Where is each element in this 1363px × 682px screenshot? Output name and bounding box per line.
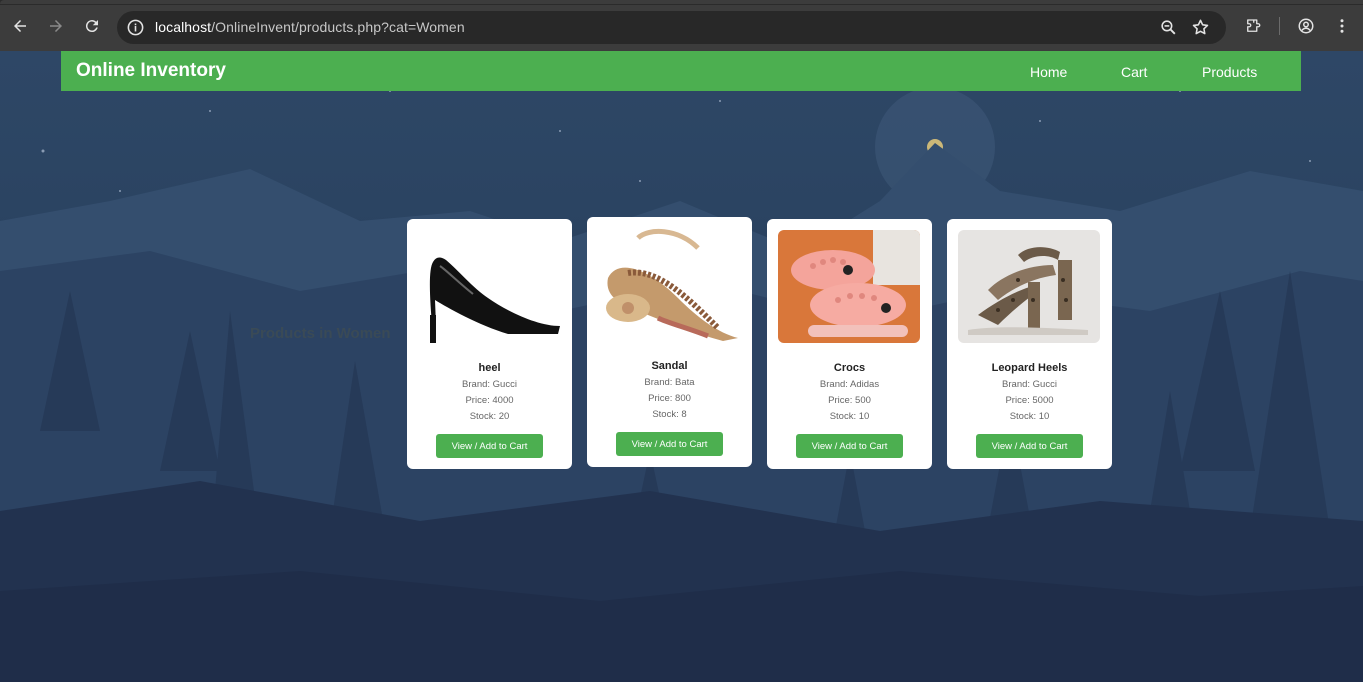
pink-crocs-image[interactable] — [778, 230, 920, 343]
profile-icon[interactable] — [1294, 14, 1318, 38]
product-stock: Stock: 8 — [652, 409, 687, 420]
product-stock: Stock: 10 — [1009, 411, 1050, 422]
product-price: Price: 5000 — [1005, 395, 1054, 406]
reload-icon[interactable] — [80, 14, 104, 38]
view-add-to-cart-button[interactable]: View / Add to Cart — [436, 434, 543, 458]
product-stock: Stock: 10 — [829, 411, 870, 422]
url-host: localhost — [155, 19, 212, 35]
toolbar-separator — [1279, 17, 1280, 35]
product-brand: Brand: Gucci — [1002, 379, 1057, 390]
view-add-to-cart-button[interactable]: View / Add to Cart — [616, 432, 723, 456]
product-name: Crocs — [833, 362, 866, 374]
product-card: heel Brand: Gucci Price: 4000 Stock: 20 … — [407, 219, 572, 469]
product-name: heel — [478, 362, 501, 374]
zoom-icon[interactable] — [1159, 18, 1178, 37]
product-card: Crocs Brand: Adidas Price: 500 Stock: 10… — [767, 219, 932, 469]
product-brand: Brand: Adidas — [819, 379, 880, 390]
site-info-icon[interactable] — [126, 18, 145, 37]
view-add-to-cart-button[interactable]: View / Add to Cart — [796, 434, 903, 458]
view-add-to-cart-button[interactable]: View / Add to Cart — [976, 434, 1083, 458]
back-icon[interactable] — [8, 14, 32, 38]
bookmark-star-icon[interactable] — [1191, 18, 1210, 37]
product-brand: Brand: Gucci — [462, 379, 517, 390]
more-menu-icon[interactable] — [1330, 14, 1354, 38]
product-brand: Brand: Bata — [644, 377, 695, 388]
site-brand[interactable]: Online Inventory — [76, 60, 226, 82]
product-price: Price: 500 — [828, 395, 871, 406]
page-viewport: Online Inventory Home Cart Products Prod… — [0, 51, 1363, 682]
nav-cart-link[interactable]: Cart — [1121, 64, 1147, 80]
black-heel-image[interactable] — [418, 230, 560, 343]
product-name: Sandal — [651, 360, 688, 372]
product-card: Sandal Brand: Bata Price: 800 Stock: 8 V… — [587, 217, 752, 467]
active-tab-edge — [0, 0, 1363, 4]
product-price: Price: 800 — [648, 393, 691, 404]
address-bar[interactable]: localhost/OnlineInvent/products.php?cat=… — [117, 11, 1226, 44]
forward-icon[interactable] — [44, 14, 68, 38]
product-stock: Stock: 20 — [469, 411, 510, 422]
leopard-heels-image[interactable] — [958, 230, 1100, 343]
extensions-icon[interactable] — [1241, 14, 1265, 38]
tab-strip — [0, 0, 1363, 5]
product-price: Price: 4000 — [465, 395, 514, 406]
site-header: Online Inventory Home Cart Products — [61, 51, 1301, 91]
product-card: Leopard Heels Brand: Gucci Price: 5000 S… — [947, 219, 1112, 469]
url-text[interactable]: localhost/OnlineInvent/products.php?cat=… — [155, 19, 465, 35]
product-name: Leopard Heels — [991, 362, 1068, 374]
browser-toolbar: localhost/OnlineInvent/products.php?cat=… — [0, 0, 1363, 51]
page-heading: Products in Women — [250, 325, 391, 342]
nav-home-link[interactable]: Home — [1030, 64, 1067, 80]
url-path: /OnlineInvent/products.php?cat=Women — [211, 19, 465, 35]
nav-products-link[interactable]: Products — [1202, 64, 1257, 80]
sandal-image[interactable] — [598, 228, 740, 341]
